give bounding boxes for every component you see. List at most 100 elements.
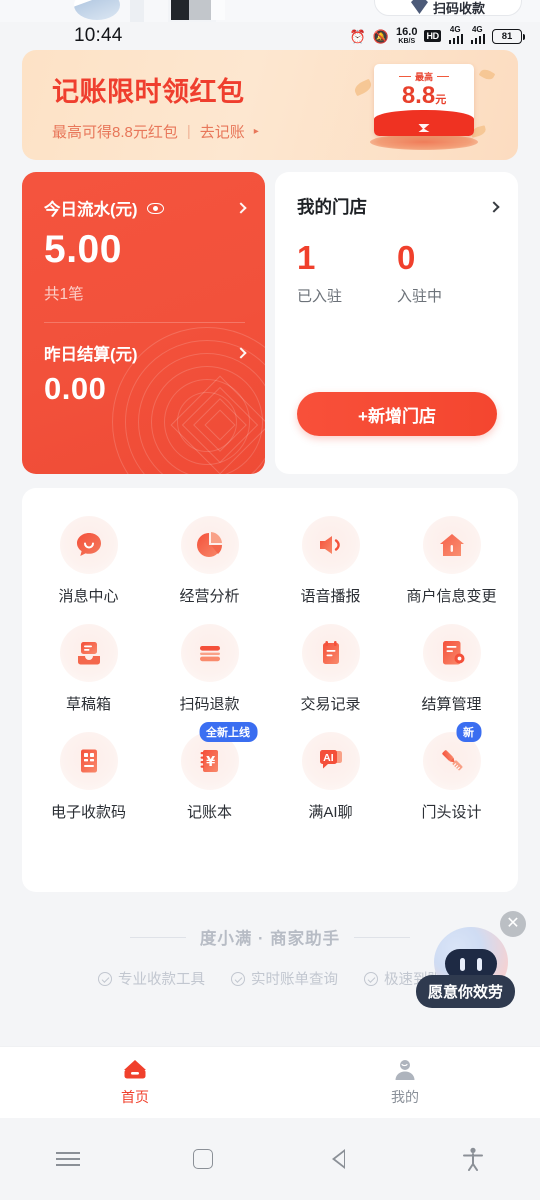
feature-grid: 消息中心 经营分析 语音播报 商户信息变更 草稿箱 扫码退款 交易记录 结算管理… <box>28 506 512 822</box>
red-packet-wave <box>374 110 474 136</box>
brand-rule-right <box>354 936 411 938</box>
grid-item-voice-broadcast[interactable]: 语音播报 <box>270 506 391 606</box>
ai-chat-icon: AI <box>301 732 360 790</box>
promo-banner[interactable]: 记账限时领红包 最高可得8.8元红包 | 去记账 ▸ 最高 8.8元 <box>22 50 518 160</box>
brand-feature-label: 实时账单查询 <box>251 972 338 988</box>
refund-lines-icon <box>180 624 239 682</box>
app-root: 扫码收款 10:44 ⏰ 🔕 16.0 KB/S HD 4G 4G 81 记账限… <box>0 0 540 1200</box>
status-bar: 10:44 ⏰ 🔕 16.0 KB/S HD 4G 4G 81 <box>0 22 540 50</box>
message-bubble-icon <box>59 516 118 574</box>
scan-pay-diamond-icon <box>410 0 428 14</box>
drafts-inbox-icon <box>59 624 118 682</box>
grid-item-label: 满AI聊 <box>308 804 353 821</box>
android-nav-bar <box>0 1118 540 1200</box>
yesterday-header[interactable]: 昨日结算(元) <box>44 341 247 365</box>
back-triangle-icon[interactable] <box>270 1149 405 1169</box>
brand-feature-label: 专业收款工具 <box>118 972 205 988</box>
grid-item-scan-refund[interactable]: 扫码退款 <box>149 614 270 714</box>
transaction-note-icon <box>301 624 360 682</box>
house-icon <box>422 516 481 574</box>
yesterday-amount: 0.00 <box>44 371 107 406</box>
peek-bar-1 <box>130 0 144 22</box>
feature-grid-card: 消息中心 经营分析 语音播报 商户信息变更 草稿箱 扫码退款 交易记录 结算管理… <box>22 488 518 892</box>
brand-name: 度小满 · 商家助手 <box>199 930 341 948</box>
peek-bar-dark <box>171 0 189 20</box>
yesterday-settlement-block[interactable]: 昨日结算(元) 0.00 <box>44 341 247 406</box>
bell-muted-icon: 🔕 <box>372 28 390 44</box>
grid-item-merchant-info-change[interactable]: 商户信息变更 <box>391 506 512 606</box>
close-icon[interactable]: ✕ <box>500 911 526 937</box>
store-stat-item: 0 入驻中 <box>397 241 497 306</box>
today-flow-label: 今日流水(元) <box>44 201 138 219</box>
status-indicators: ⏰ 🔕 16.0 KB/S HD 4G 4G 81 <box>349 25 525 45</box>
grid-item-settlement-management[interactable]: 结算管理 <box>391 614 512 714</box>
chevron-right-icon[interactable] <box>235 347 247 359</box>
svg-text:¥: ¥ <box>206 755 215 770</box>
assistant-bubble[interactable]: 愿意你效劳 <box>416 975 516 1008</box>
check-circle-icon <box>98 971 112 986</box>
grid-item-label: 门头设计 <box>421 804 482 821</box>
grid-item-transaction-records[interactable]: 交易记录 <box>270 614 391 714</box>
chevron-right-icon: ▸ <box>253 126 259 137</box>
grid-item-label: 电子收款码 <box>50 804 126 821</box>
grid-item-e-payment-code[interactable]: 电子收款码 <box>28 722 149 822</box>
promo-banner-subtitle: 最高可得8.8元红包 <box>52 124 178 141</box>
chevron-right-icon[interactable] <box>488 200 500 213</box>
grid-item-badge: 新 <box>456 722 481 742</box>
today-flow-header[interactable]: 今日流水(元) <box>44 196 247 220</box>
promo-banner-artwork: 最高 8.8元 <box>352 62 496 154</box>
brand-feature-item: 专业收款工具 <box>98 968 205 989</box>
store-stat-value: 1 <box>297 239 316 276</box>
my-store-title: 我的门店 <box>297 197 367 217</box>
promo-banner-subtitle-row: 最高可得8.8元红包 | 去记账 ▸ <box>52 121 259 142</box>
chevron-right-icon[interactable] <box>235 202 247 214</box>
scan-pay-button[interactable]: 扫码收款 <box>374 0 522 16</box>
floating-assistant[interactable]: ✕ 愿意你效劳 <box>416 905 532 1015</box>
store-stat-caption: 入驻中 <box>397 288 443 305</box>
svg-text:AI: AI <box>323 752 334 764</box>
grid-item-drafts[interactable]: 草稿箱 <box>28 614 149 714</box>
previous-screen-peek: 扫码收款 <box>0 0 540 22</box>
sim1-signal-icon: 4G <box>448 25 463 44</box>
store-stat-item: 1 已入驻 <box>297 241 397 306</box>
grid-item-storefront-design[interactable]: 新 门头设计 <box>391 722 512 822</box>
check-circle-icon <box>364 971 378 986</box>
scan-pay-label: 扫码收款 <box>432 1 485 16</box>
today-flow-label-row: 今日流水(元) <box>44 196 164 220</box>
hd-badge: HD <box>424 30 441 42</box>
alarm-clock-icon: ⏰ <box>349 28 366 44</box>
net-speed-value: 16.0 <box>396 26 418 38</box>
grid-item-ai-chat[interactable]: AI 满AI聊 <box>270 722 391 822</box>
person-icon <box>395 1059 415 1080</box>
grid-item-business-analysis[interactable]: 经营分析 <box>149 506 270 606</box>
leaf-decor-1 <box>352 78 374 97</box>
today-flow-count: 共1笔 <box>44 286 84 303</box>
tab-profile[interactable]: 我的 <box>270 1059 540 1107</box>
today-flow-amount: 5.00 <box>44 228 122 271</box>
sim1-network-label: 4G <box>449 25 461 34</box>
grid-item-label: 商户信息变更 <box>406 588 497 605</box>
grid-item-message-center[interactable]: 消息中心 <box>28 506 149 606</box>
net-speed-unit: KB/S <box>398 38 416 45</box>
yesterday-label: 昨日结算(元) <box>44 346 138 364</box>
grid-item-ledger-book[interactable]: 全新上线 ¥ 记账本 <box>149 722 270 822</box>
grid-item-label: 经营分析 <box>179 588 240 605</box>
grid-item-label: 交易记录 <box>300 696 361 713</box>
grid-item-label: 草稿箱 <box>65 696 111 713</box>
menu-icon[interactable] <box>0 1148 135 1169</box>
add-store-button[interactable]: +新增门店 <box>297 392 497 436</box>
tab-home[interactable]: 首页 <box>0 1059 270 1107</box>
sim2-network-label: 4G <box>471 25 483 34</box>
my-store-header[interactable]: 我的门店 <box>297 194 500 219</box>
red-packet-amount-row: 8.8元 <box>374 84 474 108</box>
peek-bar-grey <box>189 0 211 20</box>
status-time: 10:44 <box>74 25 123 46</box>
accessibility-icon[interactable] <box>405 1147 540 1171</box>
today-flow-card[interactable]: 今日流水(元) 5.00 共1笔 昨日结算(元) 0.00 <box>22 172 265 474</box>
square-home-icon[interactable] <box>135 1149 270 1169</box>
grid-item-label: 记账本 <box>186 804 232 821</box>
promo-banner-cta[interactable]: 去记账 <box>200 121 245 142</box>
bottom-tab-bar: 首页 我的 <box>0 1046 540 1118</box>
peek-blob <box>74 0 120 20</box>
eye-icon[interactable] <box>146 202 164 214</box>
